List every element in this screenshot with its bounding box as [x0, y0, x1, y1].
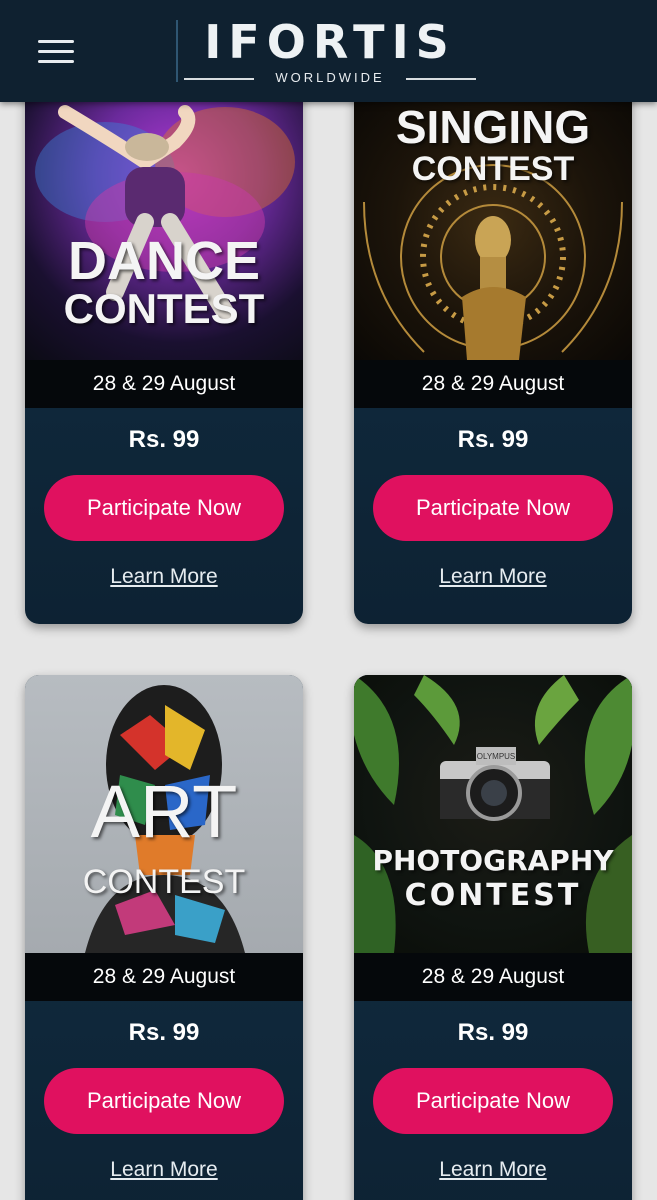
singing-title-line1: SINGING	[395, 101, 591, 153]
photography-title-line2: CONTEST	[404, 878, 582, 913]
photography-title-line1: PHOTOGRAPHY	[372, 844, 614, 877]
dance-participate-button[interactable]: Participate Now	[44, 475, 284, 541]
dance-title-line2: CONTEST	[63, 285, 265, 332]
singing-participate-button[interactable]: Participate Now	[373, 475, 613, 541]
art-title-line2: CONTEST	[82, 863, 246, 901]
photography-participate-button[interactable]: Participate Now	[373, 1068, 613, 1134]
singing-learn-more-link[interactable]: Learn More	[354, 565, 632, 589]
dance-title-line1: DANCE	[67, 231, 260, 291]
singing-price: Rs. 99	[457, 426, 529, 453]
contest-card-photography: OLYMPUS PHOTOGRAPHY CONTEST 28 & 29 Augu…	[354, 675, 632, 1200]
camera-brand-label: OLYMPUS	[477, 752, 516, 761]
art-date: 28 & 29 August	[25, 953, 303, 1001]
photography-learn-more-link[interactable]: Learn More	[354, 1158, 632, 1182]
dance-date: 28 & 29 August	[25, 360, 303, 408]
photography-contest-image: OLYMPUS PHOTOGRAPHY CONTEST	[354, 675, 632, 953]
contest-card-dance: DANCE CONTEST 28 & 29 August Rs. 99 Part…	[25, 52, 303, 624]
singing-title-line2: CONTEST	[411, 150, 575, 188]
art-title-line1: ART	[90, 770, 238, 853]
top-app-bar: IFORTIS WORLDWIDE	[0, 0, 657, 102]
dance-learn-more-link[interactable]: Learn More	[25, 565, 303, 589]
contest-card-art: ART CONTEST 28 & 29 August Rs. 99 Partic…	[25, 675, 303, 1200]
dance-price: Rs. 99	[128, 426, 200, 453]
menu-icon[interactable]	[38, 38, 76, 66]
art-participate-button[interactable]: Participate Now	[44, 1068, 284, 1134]
photography-date: 28 & 29 August	[354, 953, 632, 1001]
art-price: Rs. 99	[128, 1019, 200, 1046]
logo-divider	[176, 20, 178, 82]
brand-logo[interactable]: IFORTIS WORLDWIDE	[176, 14, 478, 86]
contest-card-singing: SINGING CONTEST 28 & 29 August Rs. 99 Pa…	[354, 52, 632, 624]
singing-date: 28 & 29 August	[354, 360, 632, 408]
art-contest-image: ART CONTEST	[25, 675, 303, 953]
logo-wordmark: IFORTIS	[204, 15, 456, 69]
logo-tagline: WORLDWIDE	[275, 70, 385, 85]
photography-price: Rs. 99	[457, 1019, 529, 1046]
art-learn-more-link[interactable]: Learn More	[25, 1158, 303, 1182]
